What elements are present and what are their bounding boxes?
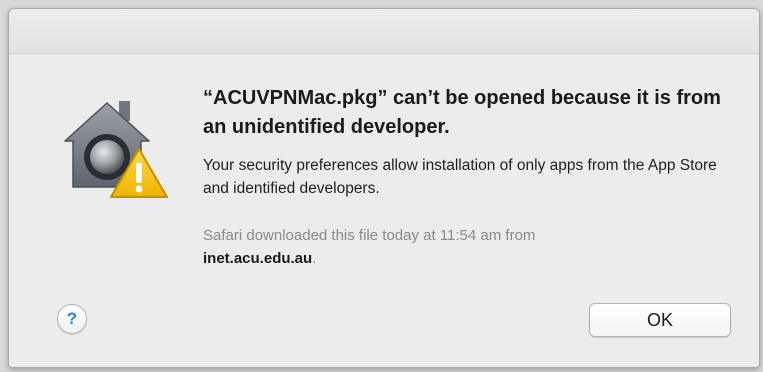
download-info-text: Safari downloaded this file today at 11:… [203, 227, 536, 244]
help-button[interactable]: ? [57, 304, 87, 334]
dialog-message: Your security preferences allow installa… [203, 157, 717, 197]
gatekeeper-warning-icon [59, 91, 171, 203]
download-info: Safari downloaded this file today at 11:… [203, 224, 743, 270]
download-host: inet.acu.edu.au [203, 250, 313, 267]
security-alert-dialog: “ACUVPNMac.pkg” can’t be opened because … [8, 8, 760, 368]
ok-button[interactable]: OK [589, 303, 731, 337]
download-info-period: . [312, 250, 317, 267]
dialog-headline: “ACUVPNMac.pkg” can’t be opened because … [203, 87, 721, 138]
dialog-titlebar [9, 9, 759, 54]
dialog-content: “ACUVPNMac.pkg” can’t be opened because … [203, 84, 743, 270]
